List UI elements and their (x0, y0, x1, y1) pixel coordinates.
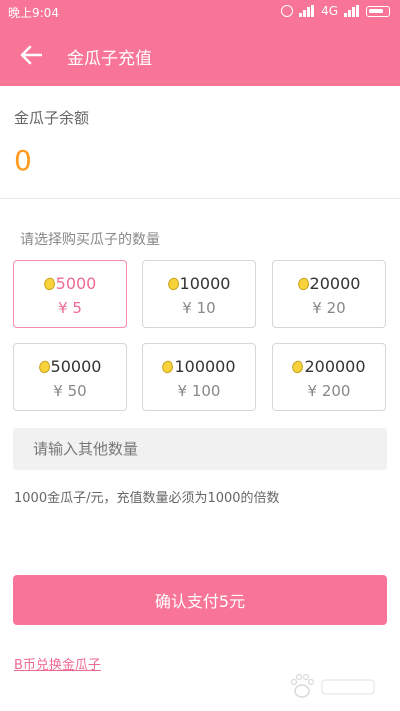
melon-seed-icon (37, 359, 51, 374)
package-amount: 100000 (174, 357, 236, 376)
package-option-10000[interactable]: 10000 ¥ 10 (142, 260, 256, 328)
toolbar: 金瓜子充值 (0, 24, 400, 86)
package-option-5000[interactable]: 5000 ¥ 5 (13, 260, 127, 328)
package-price: ¥ 5 (58, 299, 82, 317)
package-option-100000[interactable]: 100000 ¥ 100 (142, 343, 256, 411)
melon-seed-icon (296, 276, 310, 291)
package-amount: 20000 (309, 274, 361, 293)
package-amount-row: 100000 (143, 357, 255, 376)
divider (0, 198, 400, 199)
package-amount: 10000 (179, 274, 231, 293)
package-amount: 50000 (50, 357, 102, 376)
package-option-20000[interactable]: 20000 ¥ 20 (272, 260, 386, 328)
balance-label: 金瓜子余额 (14, 109, 90, 127)
package-amount: 5000 (55, 274, 97, 293)
paw-watermark-icon (290, 673, 375, 698)
package-price: ¥ 10 (182, 299, 216, 317)
status-icons: 4G (281, 3, 390, 19)
network-type: 4G (321, 4, 338, 18)
package-amount: 200000 (304, 357, 366, 376)
melon-seed-icon (161, 359, 175, 374)
package-section-label: 请选择购买瓜子的数量 (20, 232, 160, 248)
package-amount-row: 50000 (14, 357, 126, 376)
package-price: ¥ 100 (177, 382, 221, 400)
other-amount-input[interactable] (13, 428, 387, 470)
package-amount-row: 10000 (143, 274, 255, 293)
app-header: 晚上9:04 4G 金瓜子充值 (0, 0, 400, 86)
confirm-pay-button[interactable]: 确认支付5元 (13, 575, 387, 625)
status-bar: 晚上9:04 4G (0, 0, 400, 24)
package-price: ¥ 20 (312, 299, 346, 317)
alarm-icon (281, 5, 294, 17)
arrow-left-icon (20, 45, 42, 65)
package-price: ¥ 50 (53, 382, 87, 400)
cell-signal-icon (344, 5, 360, 17)
melon-seed-icon (166, 276, 180, 291)
recharge-rule-text: 1000金瓜子/元，充值数量必须为1000的倍数 (14, 491, 280, 506)
balance-value: 0 (14, 144, 32, 177)
page-title: 金瓜子充值 (67, 49, 152, 69)
package-amount-row: 5000 (14, 274, 126, 293)
melon-seed-icon (42, 276, 57, 291)
package-option-200000[interactable]: 200000 ¥ 200 (272, 343, 386, 411)
package-option-50000[interactable]: 50000 ¥ 50 (13, 343, 127, 411)
package-price: ¥ 200 (307, 382, 351, 400)
signal-icon (299, 5, 315, 17)
package-amount-row: 20000 (273, 274, 385, 293)
bcoin-exchange-link[interactable]: B币兑换金瓜子 (14, 654, 101, 673)
status-time: 晚上9:04 (8, 6, 59, 20)
battery-icon (366, 5, 390, 17)
package-amount-row: 200000 (273, 357, 385, 376)
back-button[interactable] (12, 37, 50, 73)
melon-seed-icon (291, 359, 305, 374)
